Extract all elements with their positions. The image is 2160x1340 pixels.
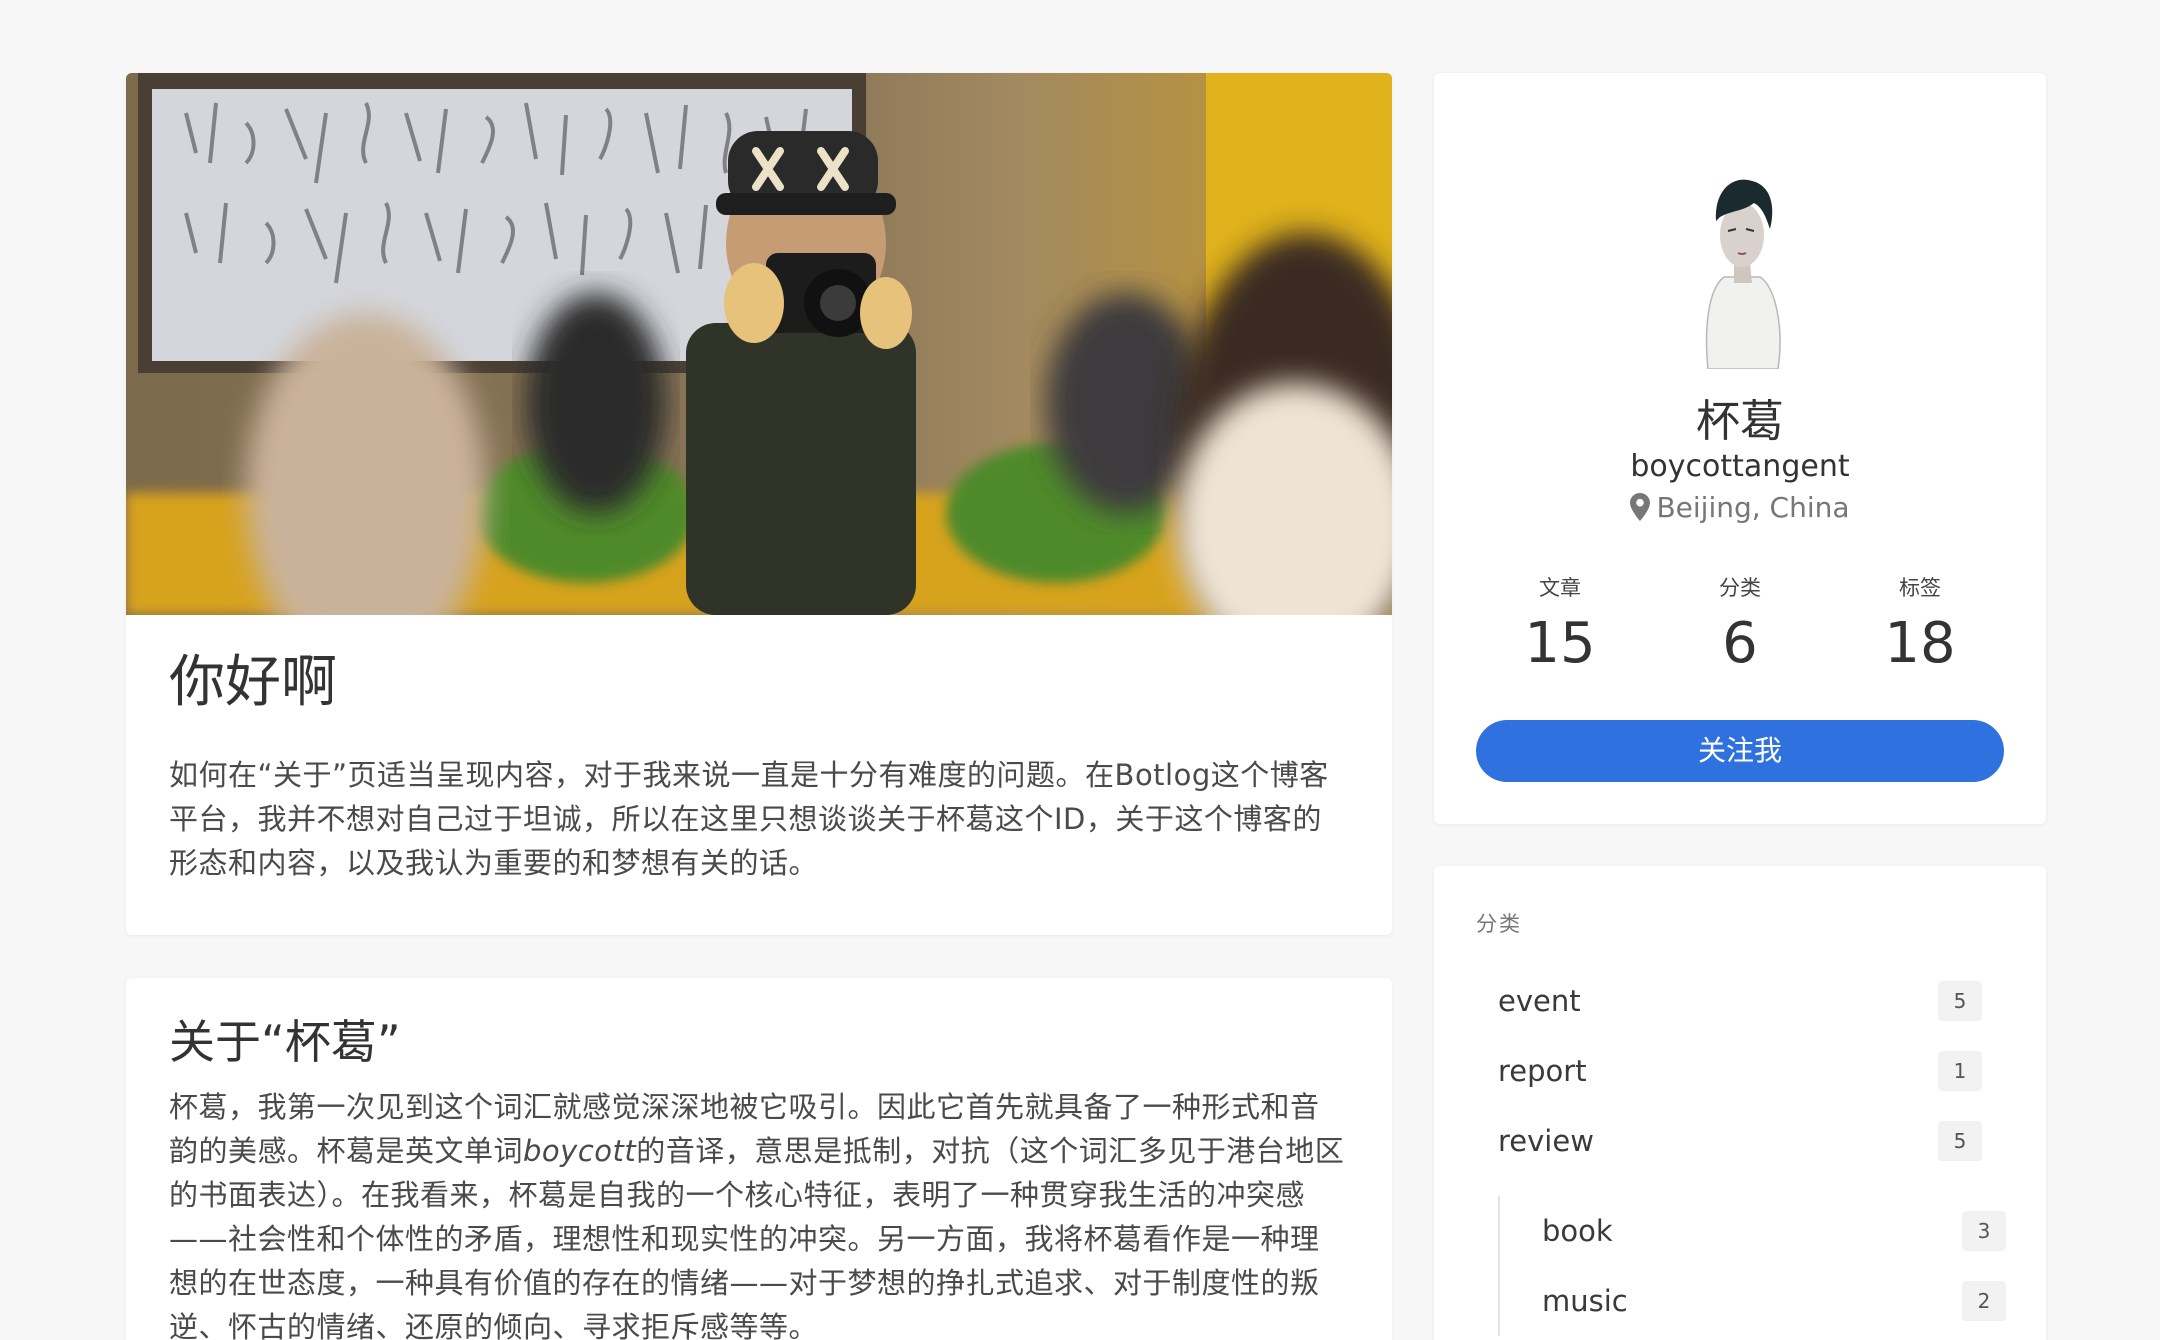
cover-photo <box>126 73 1392 615</box>
category-item-event[interactable]: event 5 <box>1476 966 2004 1036</box>
intro-body: 你好啊 如何在“关于”页适当呈现内容，对于我来说一直是十分有难度的问题。在Bot… <box>126 615 1392 885</box>
intro-card: 你好啊 如何在“关于”页适当呈现内容，对于我来说一直是十分有难度的问题。在Bot… <box>126 73 1392 935</box>
category-card: 分类 event 5 report 1 review 5 book 3 musi… <box>1434 866 2046 1340</box>
stat-value: 15 <box>1524 611 1596 676</box>
category-name: review <box>1498 1124 1594 1158</box>
profile-location: Beijing, China <box>1434 491 2046 524</box>
stat-label: 标签 <box>1899 576 1941 600</box>
category-count-badge: 2 <box>1962 1281 2006 1321</box>
category-list: event 5 report 1 review 5 book 3 music 2 <box>1476 966 2006 1336</box>
about-title: 关于“杯葛” <box>169 1015 401 1069</box>
category-name: report <box>1498 1054 1587 1088</box>
location-text: Beijing, China <box>1656 491 1850 524</box>
category-item-report[interactable]: report 1 <box>1476 1036 2004 1106</box>
review-subcategory-list: book 3 music 2 <box>1498 1196 2006 1336</box>
category-section-title: 分类 <box>1476 912 1522 936</box>
stat-categories[interactable]: 分类 6 <box>1670 573 1810 683</box>
about-page: 你好啊 如何在“关于”页适当呈现内容，对于我来说一直是十分有难度的问题。在Bot… <box>0 0 2160 1340</box>
category-count-badge: 5 <box>1938 981 1982 1021</box>
category-item-book[interactable]: book 3 <box>1500 1196 2006 1266</box>
stat-label: 文章 <box>1539 576 1581 600</box>
about-card: 关于“杯葛” 杯葛，我第一次见到这个词汇就感觉深深地被它吸引。因此它首先就具备了… <box>126 978 1392 1340</box>
category-count-badge: 3 <box>1962 1211 2006 1251</box>
profile-handle: boycottangent <box>1630 449 1850 484</box>
profile-name: 杯葛 <box>1696 396 1784 447</box>
profile-stats: 文章 15 分类 6 标签 18 <box>1490 573 1990 683</box>
avatar <box>1690 159 1790 370</box>
map-pin-icon <box>1630 493 1651 521</box>
stat-posts[interactable]: 文章 15 <box>1490 573 1630 683</box>
stat-value: 18 <box>1884 611 1956 676</box>
category-name: event <box>1498 984 1581 1018</box>
intro-title: 你好啊 <box>169 650 337 715</box>
follow-button[interactable]: 关注我 <box>1476 720 2004 782</box>
profile-card: 杯葛 boycottangent Beijing, China 文章 15 分类… <box>1434 73 2046 824</box>
category-name: music <box>1542 1284 1628 1318</box>
stat-tags[interactable]: 标签 18 <box>1850 573 1990 683</box>
intro-paragraph: 如何在“关于”页适当呈现内容，对于我来说一直是十分有难度的问题。在Botlog这… <box>169 758 1329 881</box>
about-paragraph-italic: boycott <box>523 1133 637 1168</box>
about-body: 关于“杯葛” 杯葛，我第一次见到这个词汇就感觉深深地被它吸引。因此它首先就具备了… <box>126 978 1392 1340</box>
category-item-review[interactable]: review 5 <box>1476 1106 2004 1176</box>
category-count-badge: 1 <box>1938 1051 1982 1091</box>
category-count-badge: 5 <box>1938 1121 1982 1161</box>
stat-value: 6 <box>1722 611 1758 676</box>
category-item-music[interactable]: music 2 <box>1500 1266 2006 1336</box>
category-name: book <box>1542 1214 1613 1248</box>
stat-label: 分类 <box>1719 576 1761 600</box>
about-paragraph: 杯葛，我第一次见到这个词汇就感觉深深地被它吸引。因此它首先就具备了一种形式和音韵… <box>169 1085 1348 1340</box>
